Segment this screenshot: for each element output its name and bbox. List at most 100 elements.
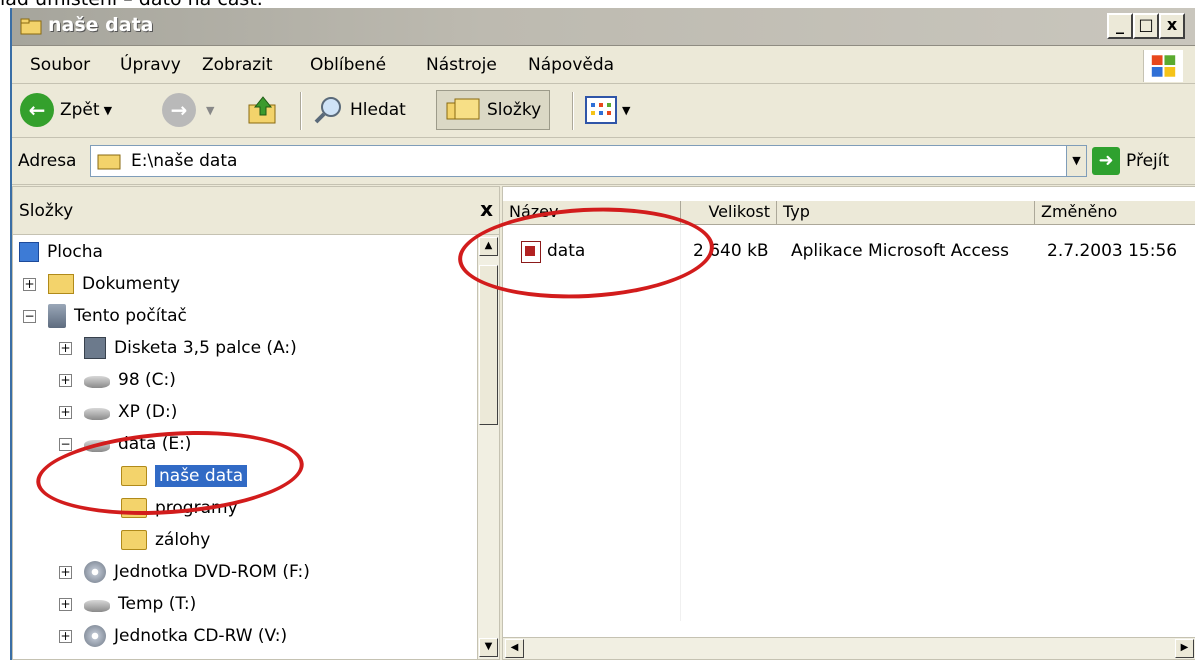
- tree-node-label: programy: [155, 498, 238, 518]
- my-computer-icon: [48, 304, 66, 328]
- expand-toggle[interactable]: +: [59, 405, 72, 419]
- address-label: Adresa: [18, 151, 77, 171]
- tree-node-dvd[interactable]: + Jednotka DVD-ROM (F:): [59, 557, 310, 587]
- window-title: naše data: [48, 14, 154, 36]
- menu-view[interactable]: Zobrazit: [202, 55, 273, 75]
- folders-icon: [446, 98, 480, 120]
- go-arrow-icon: ➜: [1092, 147, 1120, 175]
- folders-pane-close-button[interactable]: x: [480, 197, 493, 221]
- file-type: Aplikace Microsoft Access: [791, 241, 1010, 261]
- folders-scrollbar[interactable]: ▲ ▼: [477, 235, 499, 659]
- file-size: 2 640 kB: [693, 241, 769, 261]
- tree-node-drive-e[interactable]: − data (E:): [59, 429, 191, 459]
- expand-toggle[interactable]: +: [59, 565, 72, 579]
- folders-pane: Složky x Plocha + Dokumenty − Tento počí…: [12, 186, 500, 660]
- toolbar: ← Zpět ▼ → ▼ Hledat Složky ▼: [12, 84, 1195, 138]
- column-header-name[interactable]: Název: [503, 201, 681, 225]
- search-label: Hledat: [350, 100, 406, 120]
- scrollbar-thumb[interactable]: [479, 265, 498, 425]
- maximize-button[interactable]: □: [1133, 13, 1159, 39]
- horizontal-scrollbar[interactable]: ◀ ▶: [503, 637, 1195, 659]
- windows-logo-icon: [1143, 50, 1183, 82]
- tree-node-desktop[interactable]: Plocha: [19, 237, 103, 267]
- tree-node-zalohy[interactable]: zálohy: [121, 525, 210, 555]
- folder-icon: [121, 498, 147, 518]
- collapse-toggle[interactable]: −: [23, 309, 36, 323]
- address-dropdown-button[interactable]: ▼: [1066, 146, 1086, 176]
- minimize-button[interactable]: _: [1107, 13, 1133, 39]
- tree-node-label: Temp (T:): [118, 594, 197, 614]
- tree-node-drive-d[interactable]: + XP (D:): [59, 397, 177, 427]
- expand-toggle[interactable]: +: [23, 277, 36, 291]
- tree-node-programy[interactable]: programy: [121, 493, 238, 523]
- expand-toggle[interactable]: +: [59, 597, 72, 611]
- forward-arrow-icon: →: [162, 93, 196, 127]
- file-modified: 2.7.2003 15:56: [1047, 241, 1178, 261]
- open-folder-icon: [121, 466, 147, 486]
- drive-icon: [84, 408, 110, 420]
- folders-label: Složky: [487, 100, 542, 120]
- menu-favorites[interactable]: Oblíbené: [310, 55, 386, 75]
- folders-pane-title: Složky: [19, 201, 74, 221]
- drive-icon: [84, 600, 110, 612]
- folders-button[interactable]: Složky: [436, 90, 551, 130]
- folder-icon: [121, 530, 147, 550]
- tree-node-label: XP (D:): [118, 402, 178, 422]
- file-row[interactable]: data 2 640 kB Aplikace Microsoft Access …: [503, 239, 1195, 265]
- chevron-down-icon: ▼: [103, 103, 113, 117]
- tree-node-temp[interactable]: + Temp (T:): [59, 589, 196, 619]
- tree-node-label: data (E:): [118, 434, 192, 454]
- back-label: Zpět: [60, 100, 100, 120]
- tree-node-label: zálohy: [155, 530, 211, 550]
- menu-edit[interactable]: Úpravy: [120, 55, 181, 75]
- address-input[interactable]: E:\naše data ▼: [90, 145, 1087, 177]
- chevron-down-icon: ▼: [622, 103, 631, 117]
- scroll-left-icon[interactable]: ◀: [505, 639, 524, 658]
- scroll-right-icon[interactable]: ▶: [1175, 639, 1194, 658]
- menu-tools[interactable]: Nástroje: [426, 55, 497, 75]
- tree-node-drive-c[interactable]: + 98 (C:): [59, 365, 176, 395]
- column-header-size[interactable]: Velikost: [681, 201, 777, 225]
- column-header-modified[interactable]: Změněno: [1035, 201, 1195, 225]
- cropped-caption: lad umístění – dato ná čast.: [0, 0, 263, 10]
- menu-file[interactable]: Soubor: [30, 55, 90, 75]
- toolbar-separator: [572, 92, 574, 130]
- expand-toggle[interactable]: +: [59, 373, 72, 387]
- views-grid-icon: [585, 96, 617, 124]
- back-button[interactable]: ← Zpět ▼: [20, 90, 112, 130]
- column-header-type[interactable]: Typ: [777, 201, 1035, 225]
- tree-node-documents[interactable]: + Dokumenty: [23, 269, 180, 299]
- collapse-toggle[interactable]: −: [59, 437, 72, 451]
- folders-pane-header: Složky x: [13, 187, 499, 235]
- expand-toggle[interactable]: +: [59, 629, 72, 643]
- search-icon: [314, 97, 341, 124]
- close-button[interactable]: x: [1159, 13, 1185, 39]
- file-name: data: [547, 241, 586, 261]
- tree-node-label: Tento počítač: [74, 306, 187, 326]
- cd-drive-icon: [84, 625, 106, 647]
- tree-node-label: Dokumenty: [82, 274, 181, 294]
- toolbar-separator: [300, 92, 302, 130]
- views-button[interactable]: ▼: [584, 90, 630, 130]
- title-bar[interactable]: naše data _ □ x: [12, 8, 1195, 46]
- tree-node-label: Plocha: [47, 242, 103, 262]
- tree-node-my-computer[interactable]: − Tento počítač: [23, 301, 187, 331]
- tree-node-label: Jednotka DVD-ROM (F:): [114, 562, 310, 582]
- scroll-down-icon[interactable]: ▼: [479, 638, 498, 657]
- address-bar: Adresa E:\naše data ▼ ➜ Přejít: [12, 139, 1195, 185]
- back-arrow-icon: ←: [20, 93, 54, 127]
- menu-help[interactable]: Nápověda: [528, 55, 614, 75]
- scroll-up-icon[interactable]: ▲: [479, 237, 498, 256]
- go-button[interactable]: ➜ Přejít: [1092, 147, 1169, 175]
- tree-node-floppy[interactable]: + Disketa 3,5 palce (A:): [59, 333, 297, 363]
- tree-node-nase-data[interactable]: naše data: [121, 461, 248, 491]
- forward-button[interactable]: → ▼: [162, 90, 214, 130]
- file-list-pane: Název Velikost Typ Změněno data 2 640 kB…: [502, 186, 1195, 660]
- expand-toggle[interactable]: +: [59, 341, 72, 355]
- up-folder-button[interactable]: [246, 90, 280, 130]
- folder-tree: Plocha + Dokumenty − Tento počítač + Dis…: [13, 235, 477, 659]
- search-button[interactable]: Hledat: [312, 90, 406, 130]
- tree-node-cdrw[interactable]: + Jednotka CD-RW (V:): [59, 621, 287, 651]
- drive-icon: [84, 440, 110, 452]
- documents-folder-icon: [48, 274, 74, 294]
